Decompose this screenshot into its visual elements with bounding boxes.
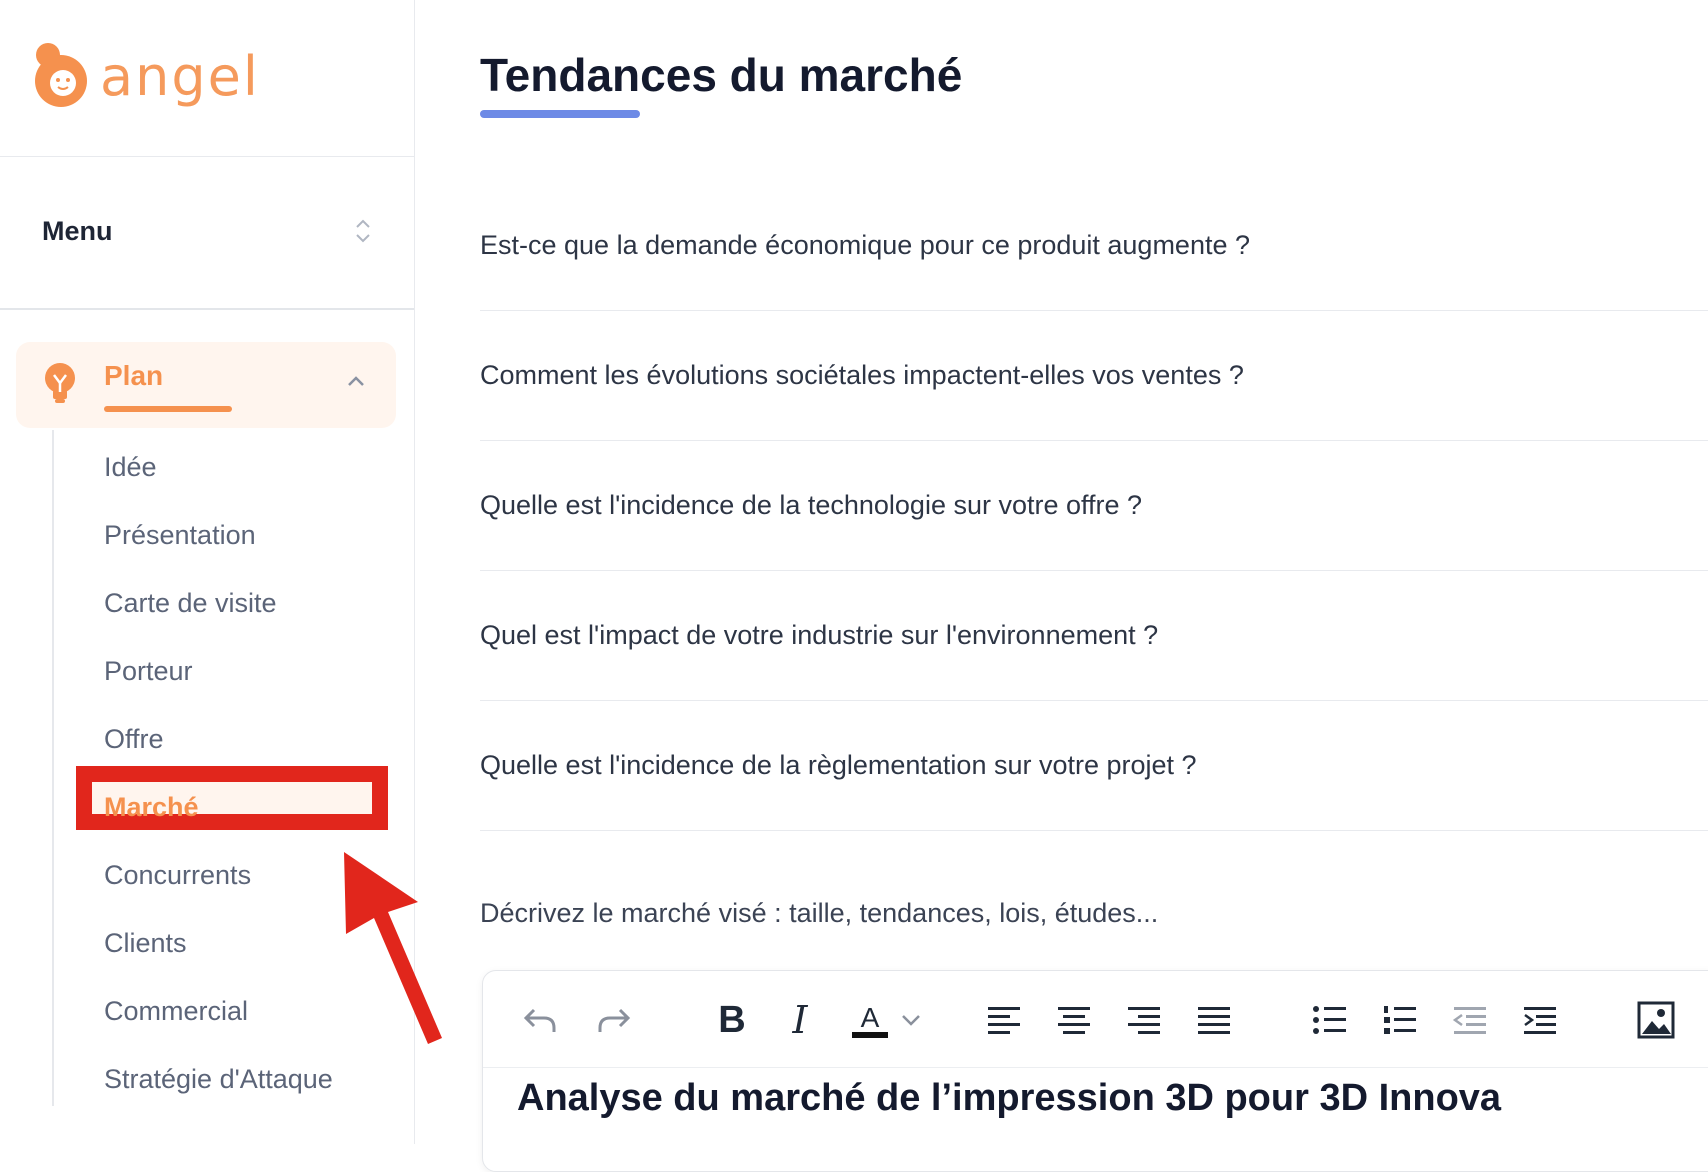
align-right-button[interactable]	[1123, 999, 1165, 1041]
main-content: Tendances du marché Est-ce que la demand…	[480, 0, 1708, 1172]
rich-text-editor[interactable]: B I A Analyse du marché de l’impression …	[482, 970, 1708, 1172]
divider	[0, 156, 414, 157]
indent-button[interactable]	[1519, 999, 1561, 1041]
editor-prompt: Décrivez le marché visé : taille, tendan…	[480, 898, 1159, 928]
sidebar-section-label: Plan	[104, 360, 164, 391]
undo-button[interactable]	[519, 999, 561, 1041]
outdent-icon	[1452, 1007, 1486, 1034]
bullet-list-button[interactable]	[1309, 999, 1351, 1041]
sidebar-item-porteur[interactable]: Porteur	[104, 656, 193, 687]
text-color-dropdown[interactable]	[899, 999, 923, 1041]
question-text: Quel est l'impact de votre industrie sur…	[480, 620, 1159, 650]
sidebar-item-carte-de-visite[interactable]: Carte de visite	[104, 588, 277, 619]
question-text: Comment les évolutions sociétales impact…	[480, 360, 1244, 390]
question-item[interactable]: Comment les évolutions sociétales impact…	[480, 310, 1708, 441]
align-center-button[interactable]	[1053, 999, 1095, 1041]
undo-icon	[523, 1008, 556, 1032]
indent-icon	[1524, 1007, 1556, 1034]
text-color-button[interactable]: A	[849, 999, 891, 1041]
question-text: Quelle est l'incidence de la règlementat…	[480, 750, 1197, 780]
page-title: Tendances du marché	[480, 49, 963, 101]
bold-icon: B	[718, 998, 746, 1041]
menu-label: Menu	[42, 215, 113, 246]
image-icon	[1637, 1001, 1675, 1039]
chevron-up-down-icon	[356, 219, 370, 243]
brand-logo[interactable]: angel	[30, 36, 260, 116]
sidebar-item-commercial[interactable]: Commercial	[104, 996, 248, 1027]
sidebar-section-plan[interactable]: Plan	[16, 342, 396, 428]
italic-button[interactable]: I	[779, 998, 821, 1042]
question-text: Quelle est l'incidence de la technologie…	[480, 490, 1143, 520]
divider	[0, 308, 414, 310]
numbered-list-button[interactable]	[1379, 999, 1421, 1041]
svg-text:A: A	[861, 1002, 880, 1033]
bullet-list-icon	[1313, 1006, 1346, 1034]
sidebar-item-strategie-d-attaque[interactable]: Stratégie d'Attaque	[104, 1064, 333, 1095]
active-underline	[104, 406, 232, 412]
redo-icon	[598, 1008, 631, 1032]
question-item[interactable]: Quel est l'impact de votre industrie sur…	[480, 570, 1708, 701]
numbered-list-icon	[1384, 1006, 1416, 1034]
align-justify-button[interactable]	[1193, 999, 1235, 1041]
align-justify-icon	[1198, 1007, 1230, 1034]
question-text: Est-ce que la demande économique pour ce…	[480, 230, 1251, 260]
align-center-icon	[1058, 1007, 1090, 1034]
editor-content-heading[interactable]: Analyse du marché de l’impression 3D pou…	[517, 1077, 1501, 1120]
sidebar: angel Menu Plan Idée Présentation Carte …	[0, 0, 442, 1144]
align-left-icon	[988, 1007, 1020, 1034]
question-item[interactable]: Quelle est l'incidence de la règlementat…	[480, 700, 1708, 831]
outdent-button[interactable]	[1449, 999, 1491, 1041]
sidebar-item-idee[interactable]: Idée	[104, 452, 157, 483]
title-underline	[480, 110, 640, 118]
question-item[interactable]: Est-ce que la demande économique pour ce…	[480, 180, 1708, 311]
sidebar-item-offre[interactable]: Offre	[104, 724, 164, 755]
question-item[interactable]: Quelle est l'incidence de la technologie…	[480, 440, 1708, 571]
lightbulb-icon	[45, 363, 75, 403]
tree-line	[52, 430, 54, 1106]
sidebar-item-presentation[interactable]: Présentation	[104, 520, 256, 551]
text-color-icon: A	[852, 1002, 888, 1038]
chevron-up-icon[interactable]	[346, 374, 366, 388]
chevron-down-icon	[902, 1015, 920, 1026]
brand-name: angel	[100, 44, 260, 108]
redo-button[interactable]	[593, 999, 635, 1041]
align-right-icon	[1128, 1007, 1160, 1034]
insert-image-button[interactable]	[1635, 999, 1677, 1041]
align-left-button[interactable]	[983, 999, 1025, 1041]
annotation-arrow-icon	[344, 852, 442, 1044]
angel-logo-icon	[35, 43, 87, 107]
bold-button[interactable]: B	[711, 999, 753, 1041]
sidebar-item-clients[interactable]: Clients	[104, 928, 187, 959]
sidebar-item-marche[interactable]: Marché	[104, 792, 199, 823]
menu-selector[interactable]: Menu	[42, 206, 372, 256]
sidebar-item-concurrents[interactable]: Concurrents	[104, 860, 251, 891]
italic-icon: I	[792, 998, 808, 1042]
editor-toolbar: B I A	[483, 971, 1708, 1068]
